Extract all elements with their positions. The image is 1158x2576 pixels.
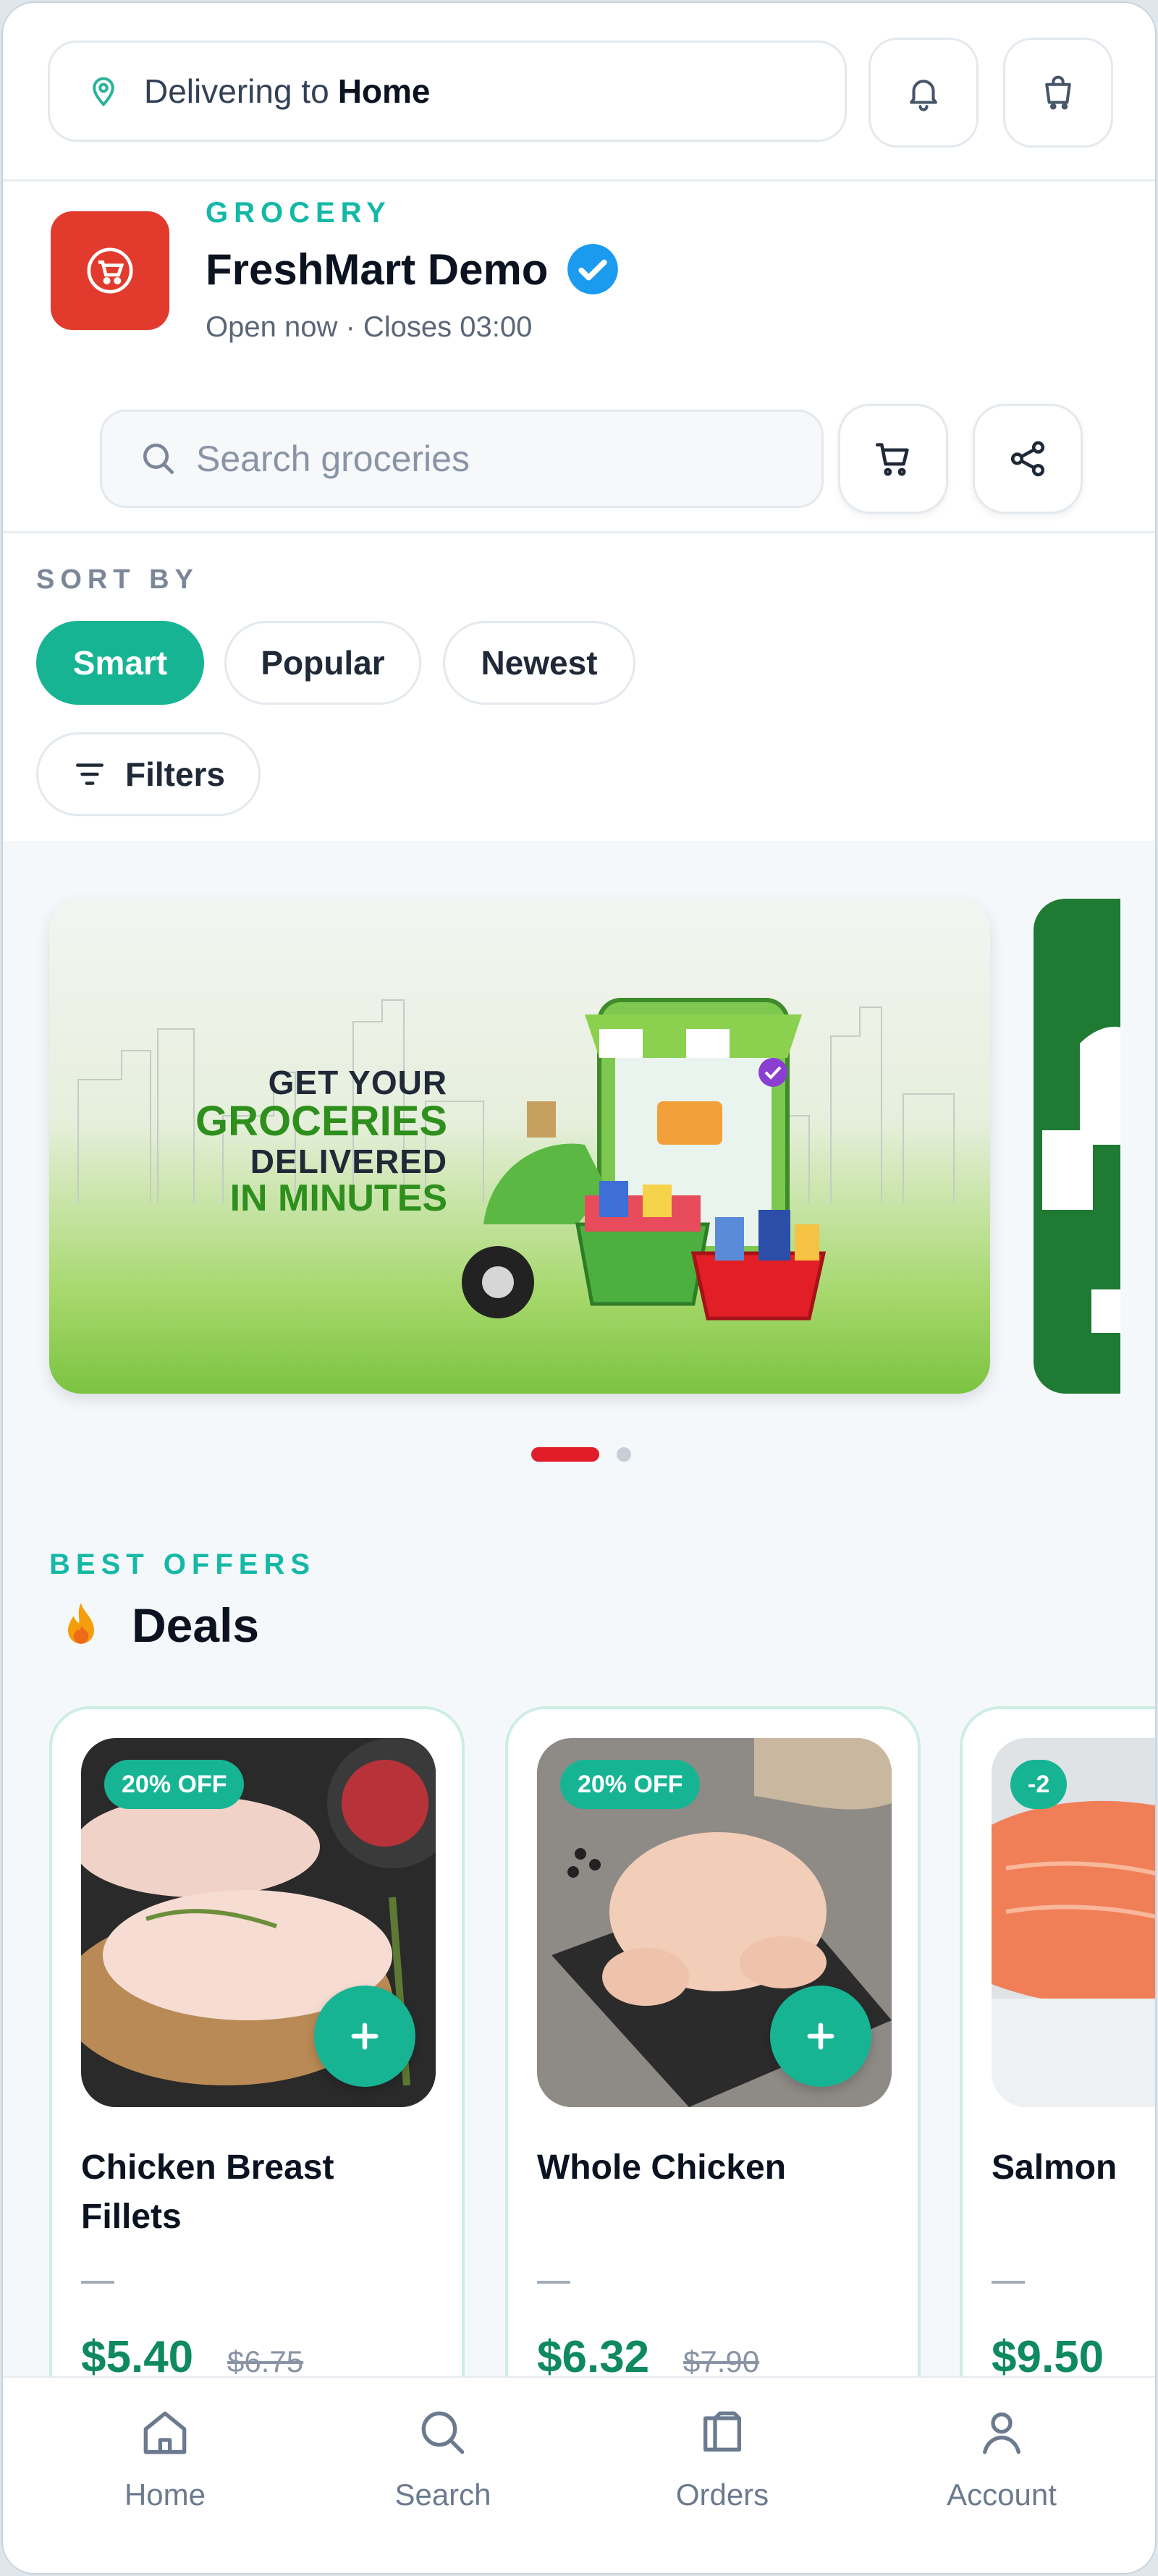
- product-image: -2: [992, 1738, 1155, 2107]
- discount-badge: -2: [1010, 1760, 1068, 1809]
- banner-line-1: GET YOUR: [268, 1064, 448, 1101]
- location-pin-icon: [93, 77, 114, 107]
- search-icon: [143, 444, 174, 474]
- product-price: $6.32: [537, 2332, 650, 2382]
- product-card[interactable]: -2 Salmon $9.50: [960, 1706, 1155, 2430]
- sort-option-smart[interactable]: Smart: [36, 621, 204, 705]
- account-icon: [983, 2412, 1020, 2454]
- filters-button[interactable]: Filters: [36, 732, 261, 816]
- plus-icon: [807, 2022, 834, 2050]
- product-image: 20% OFF: [537, 1738, 892, 2107]
- bottom-navigation: Home Search Orders Account: [3, 2376, 1155, 2573]
- plus-icon: [351, 2022, 379, 2050]
- deals-title: Deals: [132, 1598, 260, 1652]
- sort-option-popular[interactable]: Popular: [224, 621, 421, 705]
- next-banner-artwork: [1042, 1026, 1120, 1333]
- flame-icon: [68, 1603, 94, 1644]
- notifications-button[interactable]: [868, 38, 979, 148]
- sort-option-newest[interactable]: Newest: [443, 621, 635, 705]
- app-screen: Delivering to Home GROCERY FreshMart Dem…: [3, 3, 1155, 2573]
- nav-item-search[interactable]: Search: [363, 2404, 523, 2549]
- product-old-price: $6.75: [227, 2344, 304, 2378]
- sort-section: SORT BY Smart Popular Newest Filters: [3, 534, 1155, 841]
- cart-logo-icon: [87, 247, 133, 294]
- search-icon: [421, 2411, 465, 2454]
- bell-icon: [910, 80, 937, 111]
- store-name-row: FreshMart Demo: [206, 242, 620, 297]
- delivery-scooter-illustration: [462, 998, 827, 1321]
- nav-label: Orders: [675, 2478, 769, 2512]
- shopping-bag-icon: [1045, 75, 1071, 110]
- filters-label: Filters: [124, 755, 226, 793]
- cart-icon: [875, 443, 909, 476]
- top-bar: Delivering to Home: [3, 3, 1155, 181]
- add-to-cart-button[interactable]: [314, 1986, 415, 2087]
- product-name: Chicken Breast Fillets: [81, 2148, 334, 2236]
- rating-placeholder: [992, 2281, 1025, 2284]
- product-price: $5.40: [81, 2332, 194, 2382]
- verified-badge-icon: [567, 244, 619, 295]
- search-placeholder: Search groceries: [196, 438, 470, 479]
- carousel-dot-active[interactable]: [531, 1447, 599, 1462]
- carousel-dot[interactable]: [617, 1447, 631, 1462]
- delivery-location-selector[interactable]: Delivering to Home: [48, 41, 847, 142]
- store-name: FreshMart Demo: [206, 245, 549, 294]
- product-name: Salmon: [992, 2148, 1117, 2187]
- carousel-indicators: [531, 1447, 631, 1462]
- product-name: Whole Chicken: [537, 2148, 787, 2187]
- home-icon: [143, 2411, 187, 2454]
- nav-item-orders[interactable]: Orders: [643, 2404, 802, 2549]
- banner-line-4: IN MINUTES: [229, 1177, 448, 1220]
- orders-icon: [703, 2411, 741, 2452]
- discount-badge: 20% OFF: [560, 1760, 701, 1809]
- product-price: $9.50: [992, 2332, 1104, 2382]
- nav-item-account[interactable]: Account: [922, 2404, 1081, 2549]
- share-button[interactable]: [973, 404, 1083, 514]
- store-logo: [51, 211, 169, 330]
- product-image: 20% OFF: [81, 1738, 436, 2107]
- nav-item-home[interactable]: Home: [85, 2404, 245, 2549]
- store-status: Open now · Closes 03:00: [206, 311, 533, 343]
- banner-headline: GET YOUR GROCERIES DELIVERED IN MINUTES: [195, 1065, 447, 1219]
- rating-placeholder: [81, 2281, 114, 2284]
- deals-heading: Deals: [58, 1598, 259, 1653]
- nav-label: Home: [124, 2478, 206, 2512]
- store-category: GROCERY: [206, 197, 392, 229]
- cart-button[interactable]: [1003, 38, 1113, 148]
- filter-icon: [76, 763, 103, 785]
- delivering-prefix: Delivering to: [144, 72, 329, 110]
- product-card[interactable]: 20% OFF Whole Chicken $6.32 $7.90: [505, 1706, 921, 2430]
- banner-line-3: DELIVERED: [250, 1143, 448, 1181]
- sort-label: SORT BY: [36, 564, 199, 595]
- product-card[interactable]: 20% OFF Chicken Breast Fillets $5.40 $6.…: [49, 1706, 465, 2430]
- store-cart-button[interactable]: [838, 404, 948, 514]
- deals-kicker: BEST OFFERS: [49, 1548, 316, 1580]
- discount-badge: 20% OFF: [104, 1760, 245, 1809]
- nav-label: Account: [947, 2478, 1057, 2512]
- next-promo-banner-peek[interactable]: [1034, 899, 1120, 1394]
- store-header: GROCERY FreshMart Demo Open now · Closes…: [3, 182, 1155, 533]
- search-input[interactable]: Search groceries: [100, 410, 824, 508]
- banner-line-2: GROCERIES: [195, 1098, 448, 1145]
- nav-label: Search: [394, 2478, 491, 2512]
- promo-banner[interactable]: GET YOUR GROCERIES DELIVERED IN MINUTES: [49, 899, 990, 1394]
- share-icon: [1010, 441, 1045, 477]
- product-old-price: $7.90: [683, 2344, 760, 2378]
- rating-placeholder: [537, 2281, 570, 2284]
- add-to-cart-button[interactable]: [770, 1986, 871, 2087]
- delivering-location: Home: [337, 72, 431, 110]
